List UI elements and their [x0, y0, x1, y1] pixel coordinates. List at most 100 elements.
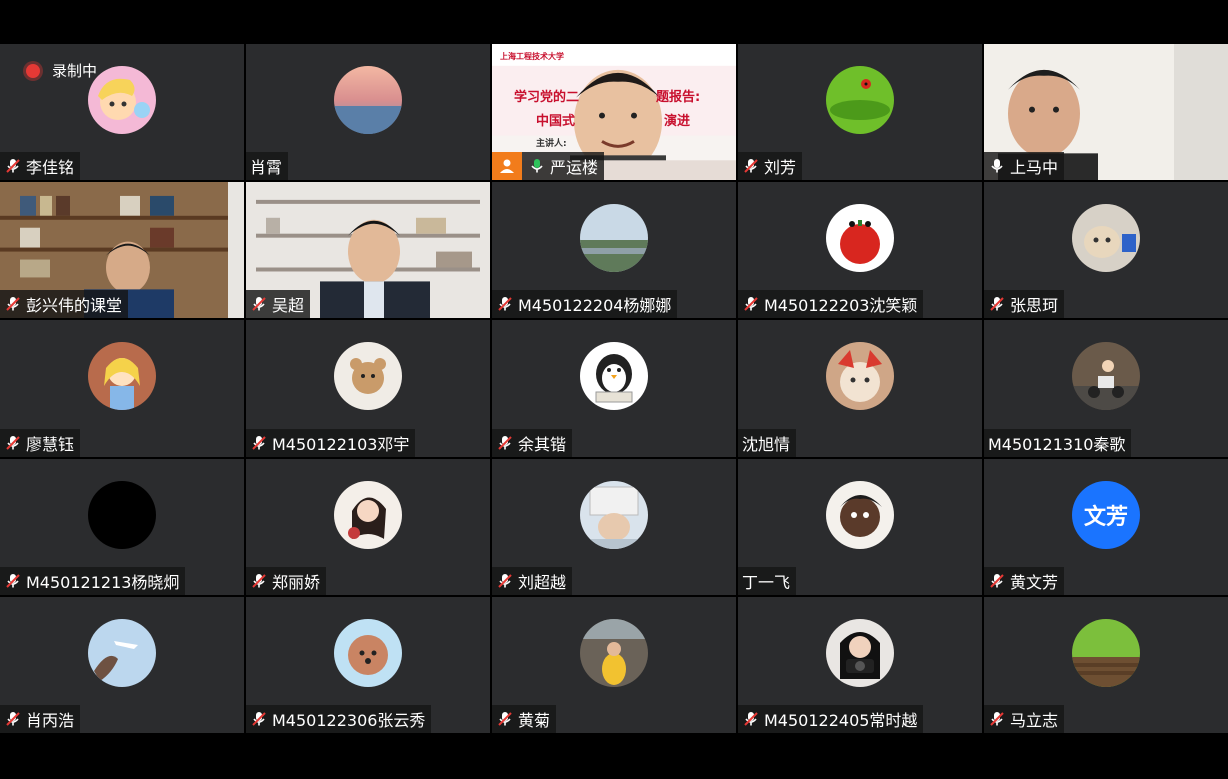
avatar — [826, 66, 894, 135]
participant-name: 张思珂 — [1010, 296, 1059, 316]
participant-name: 余其锴 — [518, 434, 567, 454]
participant-tile[interactable]: 郑丽娇 — [246, 458, 490, 595]
participant-tile[interactable]: M450122306张云秀 — [246, 596, 490, 733]
avatar — [88, 342, 156, 411]
slide-title-left: 学习党的二 — [514, 90, 580, 105]
participant-tile[interactable]: 文芳黄文芳 — [984, 458, 1228, 595]
participant-tile[interactable]: 丁一飞 — [738, 458, 982, 595]
participant-name: 刘超越 — [518, 572, 567, 592]
participant-name: M450122204杨娜娜 — [518, 296, 672, 316]
avatar — [88, 66, 156, 135]
meeting-window: 录制中 李佳铭 肖霄 上海工程技术大学 学习党的二 题报告: 中国式 演进 主讲人: 严运楼 刘芳… — [0, 0, 1228, 779]
participant-name: 上马中 — [1010, 158, 1059, 178]
participant-tile[interactable]: 刘超越 — [492, 458, 736, 595]
mic-muted-icon — [4, 434, 22, 452]
participant-tile[interactable]: M450121213杨晓炯 — [0, 458, 244, 595]
slide-title-right: 题报告: — [656, 90, 701, 105]
mic-muted-icon — [988, 710, 1006, 728]
mic-muted-icon — [988, 295, 1006, 313]
name-tag: 黄文芳 — [984, 566, 1065, 595]
slide-footer: 主讲人: — [536, 139, 567, 149]
avatar — [580, 342, 648, 411]
participant-tile[interactable]: 余其锴 — [492, 320, 736, 457]
mic-muted-icon — [4, 572, 22, 590]
name-tag: 吴超 — [246, 290, 311, 319]
avatar: 文芳 — [1072, 480, 1140, 549]
name-tag: M450121310秦歌 — [984, 428, 1132, 457]
participant-name: 黄菊 — [518, 710, 551, 730]
participant-tile[interactable]: 上马中 — [984, 44, 1228, 181]
mic-muted-icon — [742, 157, 760, 175]
participant-name: M450122306张云秀 — [272, 710, 426, 730]
participant-name: 刘芳 — [764, 158, 797, 178]
avatar — [580, 480, 648, 549]
participant-tile[interactable]: 肖霄 — [246, 44, 490, 181]
participant-tile[interactable]: 彭兴伟的课堂 — [0, 182, 244, 319]
avatar — [580, 618, 648, 687]
avatar — [580, 204, 648, 273]
mic-muted-icon — [250, 710, 268, 728]
name-tag: 肖丙浩 — [0, 704, 81, 733]
participant-tile[interactable]: 刘芳 — [738, 44, 982, 181]
participant-name: 严运楼 — [550, 158, 599, 178]
participant-tile[interactable]: 上海工程技术大学 学习党的二 题报告: 中国式 演进 主讲人: 严运楼 — [492, 44, 736, 181]
name-tag: 肖霄 — [246, 152, 289, 181]
participant-name: 黄文芳 — [1010, 572, 1059, 592]
participant-tile[interactable]: 张思珂 — [984, 182, 1228, 319]
name-tag: 严运楼 — [492, 152, 605, 181]
name-tag: 刘超越 — [492, 566, 573, 595]
host-person-icon — [492, 152, 522, 181]
name-tag: 刘芳 — [738, 152, 803, 181]
participant-tile[interactable]: 马立志 — [984, 596, 1228, 733]
participant-name: 丁一飞 — [742, 572, 791, 592]
name-tag: M450122405常时越 — [738, 704, 924, 733]
mic-muted-icon — [4, 157, 22, 175]
name-tag: M450122306张云秀 — [246, 704, 432, 733]
mic-muted-icon — [496, 295, 514, 313]
name-tag: M450121213杨晓炯 — [0, 566, 186, 595]
participant-tile[interactable]: M450122103邓宇 — [246, 320, 490, 457]
participant-tile[interactable]: 廖慧钰 — [0, 320, 244, 457]
bottom-bar — [0, 733, 1228, 779]
slide-subtitle-left: 中国式 — [536, 114, 576, 129]
mic-muted-icon — [496, 434, 514, 452]
mic-muted-icon — [742, 710, 760, 728]
participant-name: 吴超 — [272, 296, 305, 316]
top-bar — [0, 0, 1228, 44]
participant-name: 郑丽娇 — [272, 572, 321, 592]
name-tag: M450122203沈笑颖 — [738, 290, 924, 319]
avatar — [334, 618, 402, 687]
mic-muted-icon — [496, 710, 514, 728]
recording-indicator: 录制中 — [26, 60, 97, 81]
svg-text:上海工程技术大学: 上海工程技术大学 — [500, 51, 564, 61]
avatar — [88, 480, 156, 549]
name-tag: 郑丽娇 — [246, 566, 327, 595]
name-tag: 彭兴伟的课堂 — [0, 290, 129, 319]
name-tag: 余其锴 — [492, 428, 573, 457]
avatar — [826, 618, 894, 687]
mic-muted-icon — [496, 572, 514, 590]
participant-tile[interactable]: M450122405常时越 — [738, 596, 982, 733]
avatar — [334, 66, 402, 135]
participant-tile[interactable]: M450122204杨娜娜 — [492, 182, 736, 319]
participant-tile[interactable]: 肖丙浩 — [0, 596, 244, 733]
mic-icon — [988, 157, 1006, 175]
participant-name: 沈旭情 — [742, 434, 791, 454]
participant-tile[interactable]: 吴超 — [246, 182, 490, 319]
avatar-initials: 文芳 — [1072, 480, 1140, 549]
participant-name: 廖慧钰 — [26, 434, 75, 454]
avatar — [334, 342, 402, 411]
mic-muted-icon — [4, 295, 22, 313]
name-tag: M450122103邓宇 — [246, 428, 416, 457]
avatar — [826, 204, 894, 273]
participant-name: 彭兴伟的课堂 — [26, 296, 123, 316]
participant-tile[interactable]: 沈旭情 — [738, 320, 982, 457]
avatar — [1072, 618, 1140, 687]
participant-name: M450122405常时越 — [764, 710, 918, 730]
name-tag: 丁一飞 — [738, 566, 797, 595]
participant-name: M450122103邓宇 — [272, 434, 410, 454]
participant-tile[interactable]: 黄菊 — [492, 596, 736, 733]
participant-tile[interactable]: M450122203沈笑颖 — [738, 182, 982, 319]
avatar — [334, 480, 402, 549]
participant-tile[interactable]: M450121310秦歌 — [984, 320, 1228, 457]
